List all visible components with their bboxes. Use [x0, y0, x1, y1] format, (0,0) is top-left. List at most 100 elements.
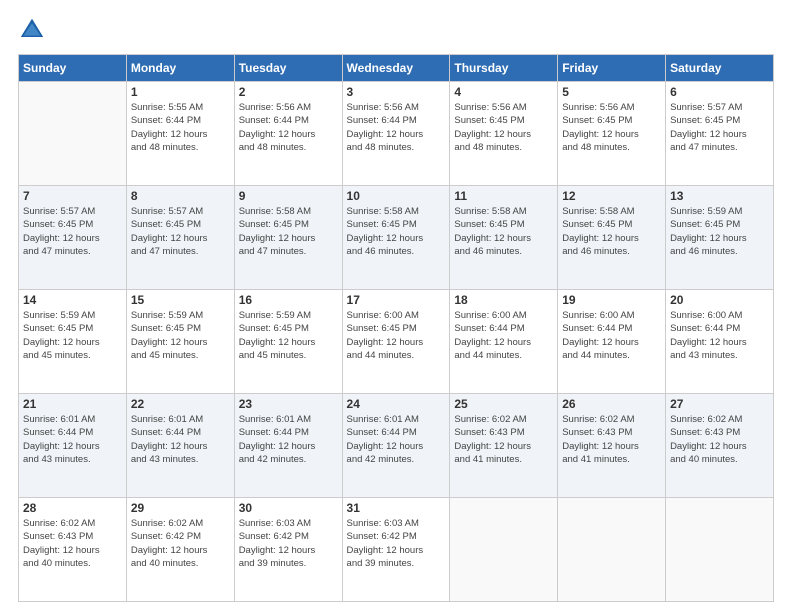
day-info: Sunrise: 6:00 AMSunset: 6:44 PMDaylight:…: [670, 309, 769, 362]
calendar-header-tuesday: Tuesday: [234, 55, 342, 82]
day-number: 9: [239, 189, 338, 203]
page: SundayMondayTuesdayWednesdayThursdayFrid…: [0, 0, 792, 612]
calendar-header-friday: Friday: [558, 55, 666, 82]
calendar-cell: 15Sunrise: 5:59 AMSunset: 6:45 PMDayligh…: [126, 290, 234, 394]
calendar-cell: 19 Sunrise: 6:00 AMSunset: 6:44 PMDayligh…: [558, 290, 666, 394]
calendar-cell: 26 Sunrise: 6:02 AMSunset: 6:43 PMDayligh…: [558, 394, 666, 498]
day-number: 12: [562, 189, 661, 203]
day-number: 15: [131, 293, 230, 307]
day-info: Sunrise: 6:02 AMSunset: 6:43 PMDaylight:…: [23, 517, 122, 570]
calendar-header-monday: Monday: [126, 55, 234, 82]
day-number: 21: [23, 397, 122, 411]
day-number: 26: [562, 397, 661, 411]
day-info: Sunrise: 6:03 AMSunset: 6:42 PMDaylight:…: [347, 517, 446, 570]
day-info: Sunrise: 5:58 AMSunset: 6:45 PMDaylight:…: [239, 205, 338, 258]
day-info: Sunrise: 6:00 AMSunset: 6:44 PMDaylight:…: [562, 309, 661, 362]
day-info: Sunrise: 5:55 AMSunset: 6:44 PMDaylight:…: [131, 101, 230, 154]
day-number: 6: [670, 85, 769, 99]
day-info: Sunrise: 6:02 AMSunset: 6:43 PMDaylight:…: [670, 413, 769, 466]
day-number: 8: [131, 189, 230, 203]
day-info: Sunrise: 5:59 AMSunset: 6:45 PMDaylight:…: [23, 309, 122, 362]
calendar-cell: 10 Sunrise: 5:58 AMSunset: 6:45 PMDayligh…: [342, 186, 450, 290]
day-number: 17: [347, 293, 446, 307]
day-info: Sunrise: 5:56 AMSunset: 6:45 PMDaylight:…: [454, 101, 553, 154]
calendar-cell: 11 Sunrise: 5:58 AMSunset: 6:45 PMDayligh…: [450, 186, 558, 290]
day-number: 7: [23, 189, 122, 203]
calendar-cell: 6 Sunrise: 5:57 AMSunset: 6:45 PMDaylight…: [666, 82, 774, 186]
calendar-header-row: SundayMondayTuesdayWednesdayThursdayFrid…: [19, 55, 774, 82]
day-number: 16: [239, 293, 338, 307]
day-number: 22: [131, 397, 230, 411]
calendar-cell: 3 Sunrise: 5:56 AMSunset: 6:44 PMDaylight…: [342, 82, 450, 186]
calendar-cell: [558, 498, 666, 602]
calendar-header-thursday: Thursday: [450, 55, 558, 82]
calendar-cell: 4 Sunrise: 5:56 AMSunset: 6:45 PMDaylight…: [450, 82, 558, 186]
calendar-cell: 13Sunrise: 5:59 AMSunset: 6:45 PMDayligh…: [666, 186, 774, 290]
calendar-cell: 27 Sunrise: 6:02 AMSunset: 6:43 PMDayligh…: [666, 394, 774, 498]
calendar-cell: 28 Sunrise: 6:02 AMSunset: 6:43 PMDayligh…: [19, 498, 127, 602]
calendar-week-row: 7 Sunrise: 5:57 AMSunset: 6:45 PMDaylight…: [19, 186, 774, 290]
calendar-cell: [450, 498, 558, 602]
calendar-cell: 7 Sunrise: 5:57 AMSunset: 6:45 PMDaylight…: [19, 186, 127, 290]
calendar-header-saturday: Saturday: [666, 55, 774, 82]
day-info: Sunrise: 6:01 AMSunset: 6:44 PMDaylight:…: [239, 413, 338, 466]
calendar-week-row: 14 Sunrise: 5:59 AMSunset: 6:45 PMDayligh…: [19, 290, 774, 394]
day-number: 4: [454, 85, 553, 99]
calendar-cell: 12 Sunrise: 5:58 AMSunset: 6:45 PMDayligh…: [558, 186, 666, 290]
day-info: Sunrise: 5:58 AMSunset: 6:45 PMDaylight:…: [454, 205, 553, 258]
day-info: Sunrise: 6:03 AMSunset: 6:42 PMDaylight:…: [239, 517, 338, 570]
day-number: 11: [454, 189, 553, 203]
calendar-week-row: 21 Sunrise: 6:01 AMSunset: 6:44 PMDayligh…: [19, 394, 774, 498]
calendar-cell: 21 Sunrise: 6:01 AMSunset: 6:44 PMDayligh…: [19, 394, 127, 498]
day-info: Sunrise: 6:01 AMSunset: 6:44 PMDaylight:…: [347, 413, 446, 466]
calendar-week-row: 1 Sunrise: 5:55 AMSunset: 6:44 PMDaylight…: [19, 82, 774, 186]
day-number: 24: [347, 397, 446, 411]
day-number: 28: [23, 501, 122, 515]
calendar-cell: 9 Sunrise: 5:58 AMSunset: 6:45 PMDaylight…: [234, 186, 342, 290]
day-info: Sunrise: 5:56 AMSunset: 6:44 PMDaylight:…: [239, 101, 338, 154]
calendar-cell: 1 Sunrise: 5:55 AMSunset: 6:44 PMDaylight…: [126, 82, 234, 186]
calendar-cell: 5 Sunrise: 5:56 AMSunset: 6:45 PMDaylight…: [558, 82, 666, 186]
calendar-cell: 8 Sunrise: 5:57 AMSunset: 6:45 PMDaylight…: [126, 186, 234, 290]
day-info: Sunrise: 6:00 AMSunset: 6:45 PMDaylight:…: [347, 309, 446, 362]
day-number: 5: [562, 85, 661, 99]
day-number: 13: [670, 189, 769, 203]
calendar-cell: 16 Sunrise: 5:59 AMSunset: 6:45 PMDayligh…: [234, 290, 342, 394]
day-info: Sunrise: 5:57 AMSunset: 6:45 PMDaylight:…: [131, 205, 230, 258]
calendar-table: SundayMondayTuesdayWednesdayThursdayFrid…: [18, 54, 774, 602]
day-info: Sunrise: 6:02 AMSunset: 6:42 PMDaylight:…: [131, 517, 230, 570]
day-info: Sunrise: 6:01 AMSunset: 6:44 PMDaylight:…: [131, 413, 230, 466]
day-info: Sunrise: 5:57 AMSunset: 6:45 PMDaylight:…: [670, 101, 769, 154]
day-number: 30: [239, 501, 338, 515]
day-number: 19: [562, 293, 661, 307]
calendar-cell: 14 Sunrise: 5:59 AMSunset: 6:45 PMDayligh…: [19, 290, 127, 394]
calendar-header-wednesday: Wednesday: [342, 55, 450, 82]
day-number: 3: [347, 85, 446, 99]
day-info: Sunrise: 5:56 AMSunset: 6:44 PMDaylight:…: [347, 101, 446, 154]
day-info: Sunrise: 5:56 AMSunset: 6:45 PMDaylight:…: [562, 101, 661, 154]
day-info: Sunrise: 6:02 AMSunset: 6:43 PMDaylight:…: [454, 413, 553, 466]
day-info: Sunrise: 5:58 AMSunset: 6:45 PMDaylight:…: [347, 205, 446, 258]
day-number: 18: [454, 293, 553, 307]
calendar-cell: 30 Sunrise: 6:03 AMSunset: 6:42 PMDayligh…: [234, 498, 342, 602]
day-number: 23: [239, 397, 338, 411]
calendar-cell: 24 Sunrise: 6:01 AMSunset: 6:44 PMDayligh…: [342, 394, 450, 498]
calendar-cell: 31 Sunrise: 6:03 AMSunset: 6:42 PMDayligh…: [342, 498, 450, 602]
calendar-cell: [19, 82, 127, 186]
day-number: 1: [131, 85, 230, 99]
day-number: 10: [347, 189, 446, 203]
day-info: Sunrise: 5:58 AMSunset: 6:45 PMDaylight:…: [562, 205, 661, 258]
day-number: 31: [347, 501, 446, 515]
calendar-cell: 20Sunrise: 6:00 AMSunset: 6:44 PMDayligh…: [666, 290, 774, 394]
day-info: Sunrise: 6:02 AMSunset: 6:43 PMDaylight:…: [562, 413, 661, 466]
day-number: 29: [131, 501, 230, 515]
calendar-cell: 22 Sunrise: 6:01 AMSunset: 6:44 PMDayligh…: [126, 394, 234, 498]
day-number: 25: [454, 397, 553, 411]
logo-icon: [18, 16, 46, 44]
day-info: Sunrise: 5:59 AMSunset: 6:45 PMDaylight:…: [239, 309, 338, 362]
calendar-cell: 18Sunrise: 6:00 AMSunset: 6:44 PMDayligh…: [450, 290, 558, 394]
day-info: Sunrise: 6:01 AMSunset: 6:44 PMDaylight:…: [23, 413, 122, 466]
day-number: 14: [23, 293, 122, 307]
day-number: 27: [670, 397, 769, 411]
day-info: Sunrise: 5:57 AMSunset: 6:45 PMDaylight:…: [23, 205, 122, 258]
